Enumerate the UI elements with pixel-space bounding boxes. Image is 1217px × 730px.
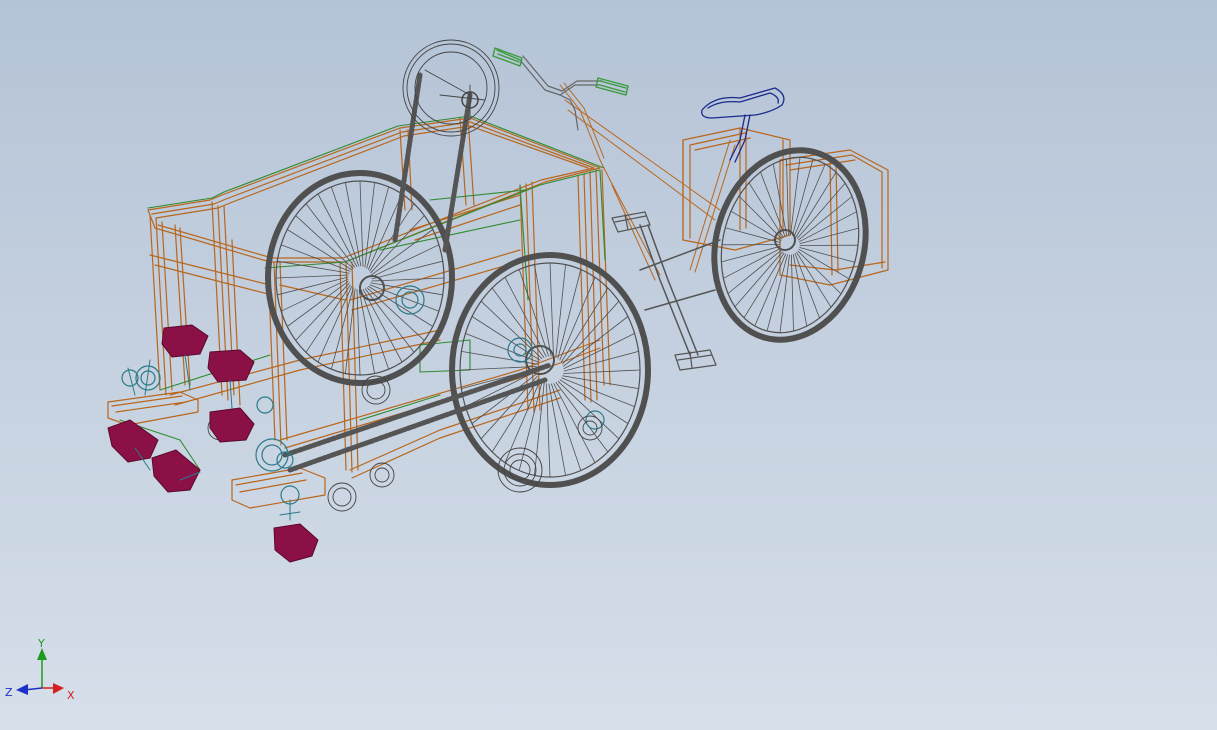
wheel-spoke (366, 186, 390, 269)
wheel-spoke (795, 171, 837, 238)
wireframe-model[interactable] (0, 0, 1217, 730)
wheel-spoke (797, 250, 842, 295)
pedal-lower (674, 349, 717, 371)
wheel-spoke (563, 369, 641, 374)
wheel-spoke (518, 381, 543, 471)
wheel-spoke (275, 274, 349, 279)
y-axis-label: Y (37, 637, 45, 650)
wheel-spoke (743, 252, 785, 319)
wheel-spoke (356, 289, 361, 376)
wheel-spoke (754, 253, 787, 327)
cad-graphics-viewport[interactable]: Y X Z (0, 0, 1217, 730)
wheel-spoke (791, 254, 794, 332)
wheel-spoke (786, 158, 789, 236)
wheel-spoke (562, 375, 639, 390)
wheel-spoke (779, 254, 790, 334)
pedal-upper (611, 211, 651, 233)
x-axis (42, 683, 64, 694)
z-axis (16, 684, 43, 695)
wheel-spoke (364, 288, 415, 353)
wheel-spoke (548, 383, 566, 476)
wheel-spoke (549, 262, 554, 357)
wheel-spoke (464, 332, 539, 363)
magenta-blocks (107, 324, 319, 563)
main-frame (107, 117, 889, 509)
wheel-spoke (561, 377, 635, 408)
wheel-spoke (561, 287, 609, 363)
wheel-front (449, 252, 651, 488)
wheel-spoke (358, 289, 376, 374)
saddle (701, 87, 785, 163)
grip-left (492, 47, 523, 67)
y-axis (37, 648, 47, 688)
grip-right (595, 77, 629, 96)
wheel-spoke (562, 300, 620, 365)
x-axis-label: X (67, 689, 75, 702)
wheel-spoke (364, 182, 376, 268)
wheel-spoke (794, 253, 820, 319)
x-axis-arrow-icon (53, 683, 64, 694)
crank-arm (639, 224, 721, 356)
wheel-spoke (359, 180, 364, 267)
z-axis-arrow-icon (16, 684, 28, 695)
z-axis-label: Z (5, 686, 13, 699)
wheel-spoke (305, 284, 351, 353)
wheel-spoke (563, 350, 639, 372)
wheel-spoke (793, 163, 826, 237)
wheel-spoke (546, 383, 551, 478)
handlebar (519, 55, 603, 131)
wheel-spoke (760, 171, 786, 237)
wheel-spoke (557, 269, 582, 359)
wheel-spoke (799, 227, 859, 245)
axis-triad: Y X Z (5, 637, 75, 702)
wheel-spoke (555, 264, 566, 358)
